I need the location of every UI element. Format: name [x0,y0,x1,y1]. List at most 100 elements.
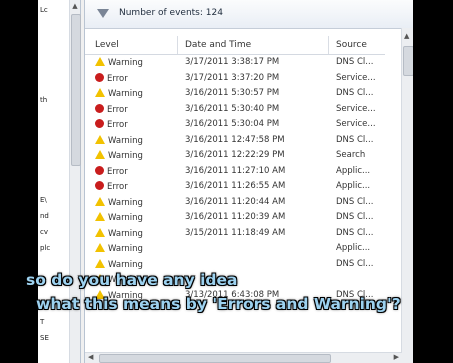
tree-fragment[interactable]: Lc [40,6,48,14]
level-cell: Warning [95,196,143,208]
level-cell: Warning [95,134,143,146]
table-row[interactable]: Warning 3/16/2011 11:20:44 AM DNS Cl... [85,195,395,211]
horizontal-scroll-thumb[interactable] [99,354,331,363]
level-cell: Warning [95,88,143,99]
level-cell: Warning [95,150,143,161]
table-row[interactable]: Warning 3/16/2011 5:30:57 PM DNS Cl... [85,86,395,102]
date-cell: 3/16/2011 5:30:04 PM [185,119,280,129]
tree-fragment[interactable]: th [40,96,47,104]
table-row[interactable]: Warning Applic... [85,241,395,257]
date-cell: 3/17/2011 3:38:17 PM [185,57,280,67]
table-row[interactable]: Error 3/17/2011 3:37:20 PM Service... [85,71,395,87]
level-label: Error [107,73,128,84]
source-cell: Applic... [336,181,371,191]
level-cell: Error [95,119,128,130]
level-cell: Error [95,165,128,177]
table-row[interactable]: Error 3/16/2011 11:26:55 AM Applic... [85,179,395,195]
tree-fragment[interactable]: E\ [40,196,47,204]
error-icon [95,181,104,190]
error-icon [95,103,104,113]
tree-fragment[interactable]: T [40,318,44,326]
source-cell: DNS Cl... [336,57,374,67]
video-subtitles: so do you have any idea what this means … [0,268,453,316]
level-label: Warning [108,213,143,223]
table-row[interactable]: Warning 3/15/2011 11:18:49 AM DNS Cl... [85,226,395,242]
events-scroll-thumb[interactable] [403,46,413,76]
scroll-up-icon[interactable]: ▲ [404,32,409,40]
subtitle-line-1: so do you have any idea [26,271,238,289]
date-cell: 3/15/2011 11:18:49 AM [185,227,286,238]
warning-icon [95,88,105,97]
level-label: Warning [108,135,143,146]
scroll-left-icon[interactable]: ◀ [88,353,93,361]
date-cell: 3/16/2011 11:20:44 AM [185,196,286,207]
warning-icon [95,227,105,237]
column-divider[interactable] [328,36,329,54]
column-divider[interactable] [177,36,178,54]
table-row[interactable]: Error 3/16/2011 5:30:04 PM Service... [85,117,395,133]
source-cell: Applic... [336,243,371,253]
table-row[interactable]: Warning 3/16/2011 12:47:58 PM DNS Cl... [85,133,395,149]
events-table-body: Warning 3/17/2011 3:38:17 PM DNS Cl... Erro… [85,55,395,303]
column-header-level[interactable]: Level [95,40,119,50]
date-cell: 3/16/2011 12:47:58 PM [185,134,285,145]
level-cell: Warning [95,243,143,254]
table-row[interactable]: Error 3/16/2011 11:27:10 AM Applic... [85,164,395,180]
error-icon [95,119,104,128]
date-cell: 3/16/2011 5:30:40 PM [185,103,280,114]
tree-scroll-thumb[interactable] [71,14,81,166]
warning-icon [95,212,105,221]
subtitle-line-2: what this means by 'Errors and Warning'? [36,295,401,313]
level-label: Error [107,166,128,177]
scroll-up-icon[interactable]: ▲ [71,2,79,10]
tree-fragment[interactable]: cv [40,228,48,236]
level-cell: Error [95,103,128,115]
funnel-icon[interactable] [97,9,109,18]
tree-fragment[interactable]: SE [40,334,49,342]
source-cell: DNS Cl... [336,196,374,207]
events-table-header: Level Date and Time Source [85,36,385,55]
source-cell: Service... [336,103,376,114]
date-cell: 3/16/2011 11:26:55 AM [185,181,286,191]
level-label: Warning [108,58,143,68]
scroll-right-icon[interactable]: ▶ [394,353,399,361]
source-cell: Service... [336,119,376,129]
warning-icon [95,258,105,268]
source-cell: DNS Cl... [336,134,374,145]
date-cell: 3/16/2011 12:22:29 PM [185,150,285,160]
source-cell: Service... [336,72,376,83]
events-horizontal-scrollbar[interactable]: ◀ ▶ [85,352,402,363]
column-header-source[interactable]: Source [336,40,367,50]
level-label: Error [107,182,128,192]
level-label: Warning [108,89,143,99]
table-row[interactable]: Warning 3/16/2011 12:22:29 PM Search [85,148,395,164]
source-cell: DNS Cl... [336,88,374,98]
table-row[interactable]: Warning 3/17/2011 3:38:17 PM DNS Cl... [85,55,395,71]
source-cell: Applic... [336,165,371,176]
warning-icon [95,57,105,66]
level-label: Error [107,120,128,130]
filter-bar: Number of events: 124 [85,0,413,29]
level-label: Warning [108,228,143,239]
date-cell: 3/16/2011 11:20:39 AM [185,212,286,222]
level-cell: Error [95,72,128,84]
error-icon [95,165,104,175]
table-row[interactable]: Warning 3/16/2011 11:20:39 AM DNS Cl... [85,210,395,226]
date-cell: 3/16/2011 5:30:57 PM [185,88,280,98]
tree-fragment[interactable]: plc [40,244,50,252]
warning-icon [95,150,105,159]
level-label: Warning [108,244,143,254]
level-cell: Warning [95,57,143,68]
table-row[interactable]: Error 3/16/2011 5:30:40 PM Service... [85,102,395,118]
level-label: Error [107,104,128,115]
level-cell: Warning [95,227,143,239]
warning-icon [95,134,105,144]
level-label: Warning [108,197,143,208]
error-icon [95,72,104,82]
column-header-date[interactable]: Date and Time [185,40,251,50]
source-cell: DNS Cl... [336,212,374,222]
source-cell: Search [336,150,366,160]
tree-fragment[interactable]: nd [40,212,49,220]
date-cell: 3/17/2011 3:37:20 PM [185,72,280,83]
source-cell: DNS Cl... [336,227,374,238]
